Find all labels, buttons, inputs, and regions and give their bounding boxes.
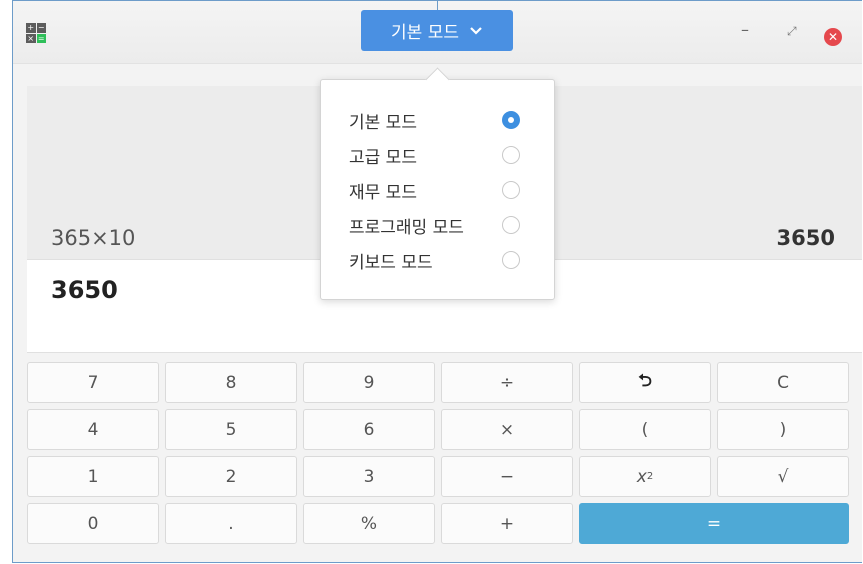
key-9[interactable]: 9 — [303, 362, 435, 403]
close-button[interactable]: ✕ — [824, 28, 842, 46]
display-value[interactable]: 3650 — [51, 276, 118, 304]
key-left-paren[interactable]: ( — [579, 409, 711, 450]
key-decimal[interactable]: . — [165, 503, 297, 544]
menu-item-finance-mode[interactable]: 재무 모드 — [349, 174, 549, 206]
menu-item-label: 키보드 모드 — [349, 253, 433, 273]
radio-icon[interactable] — [502, 216, 520, 234]
key-0[interactable]: 0 — [27, 503, 159, 544]
key-5[interactable]: 5 — [165, 409, 297, 450]
menu-item-keyboard-mode[interactable]: 키보드 모드 — [349, 244, 549, 276]
minimize-button[interactable]: – — [741, 20, 749, 39]
key-multiply[interactable]: × — [441, 409, 573, 450]
undo-icon: ⮌ — [638, 371, 652, 391]
radio-icon[interactable] — [502, 251, 520, 269]
key-3[interactable]: 3 — [303, 456, 435, 497]
menu-item-label: 재무 모드 — [349, 183, 417, 203]
key-square[interactable]: x2 — [579, 456, 711, 497]
key-divide[interactable]: ÷ — [441, 362, 573, 403]
key-8[interactable]: 8 — [165, 362, 297, 403]
history-expression[interactable]: 365×10 — [51, 226, 135, 250]
menu-item-basic-mode[interactable]: 기본 모드 — [349, 104, 549, 136]
key-1[interactable]: 1 — [27, 456, 159, 497]
calculator-window: + − × = 기본 모드 – ⤢ ✕ 365×10 3650 3650 7 8 9 … — [12, 0, 862, 563]
window-border-tick — [437, 0, 438, 10]
key-minus[interactable]: − — [441, 456, 573, 497]
key-backspace[interactable]: ⮌ — [579, 362, 711, 403]
keypad: 7 8 9 ÷ ⮌ C 4 5 6 × ( ) 1 2 3 − x2 √ 0 .… — [27, 362, 862, 550]
calculator-icon: + − × = — [26, 23, 46, 43]
key-6[interactable]: 6 — [303, 409, 435, 450]
radio-selected-icon[interactable] — [502, 111, 520, 129]
key-4[interactable]: 4 — [27, 409, 159, 450]
maximize-button[interactable]: ⤢ — [787, 24, 797, 39]
radio-icon[interactable] — [502, 181, 520, 199]
key-7[interactable]: 7 — [27, 362, 159, 403]
key-plus[interactable]: + — [441, 503, 573, 544]
chevron-down-icon — [470, 26, 482, 35]
menu-item-advanced-mode[interactable]: 고급 모드 — [349, 139, 549, 171]
dropdown-arrow — [425, 67, 450, 92]
square-exponent: 2 — [646, 471, 654, 482]
key-right-paren[interactable]: ) — [717, 409, 849, 450]
square-base: x — [636, 466, 647, 487]
key-equals[interactable]: = — [579, 503, 849, 544]
key-percent[interactable]: % — [303, 503, 435, 544]
mode-selector-button[interactable]: 기본 모드 — [361, 10, 513, 51]
menu-item-label: 기본 모드 — [349, 113, 417, 133]
key-sqrt[interactable]: √ — [717, 456, 849, 497]
menu-item-label: 프로그래밍 모드 — [349, 218, 464, 238]
mode-selector-label: 기본 모드 — [391, 23, 459, 43]
mode-dropdown-menu: 기본 모드 고급 모드 재무 모드 프로그래밍 모드 키보드 모드 — [320, 67, 555, 300]
menu-item-programming-mode[interactable]: 프로그래밍 모드 — [349, 209, 549, 241]
key-2[interactable]: 2 — [165, 456, 297, 497]
key-clear[interactable]: C — [717, 362, 849, 403]
history-result[interactable]: 3650 — [777, 226, 835, 250]
menu-item-label: 고급 모드 — [349, 148, 417, 168]
radio-icon[interactable] — [502, 146, 520, 164]
